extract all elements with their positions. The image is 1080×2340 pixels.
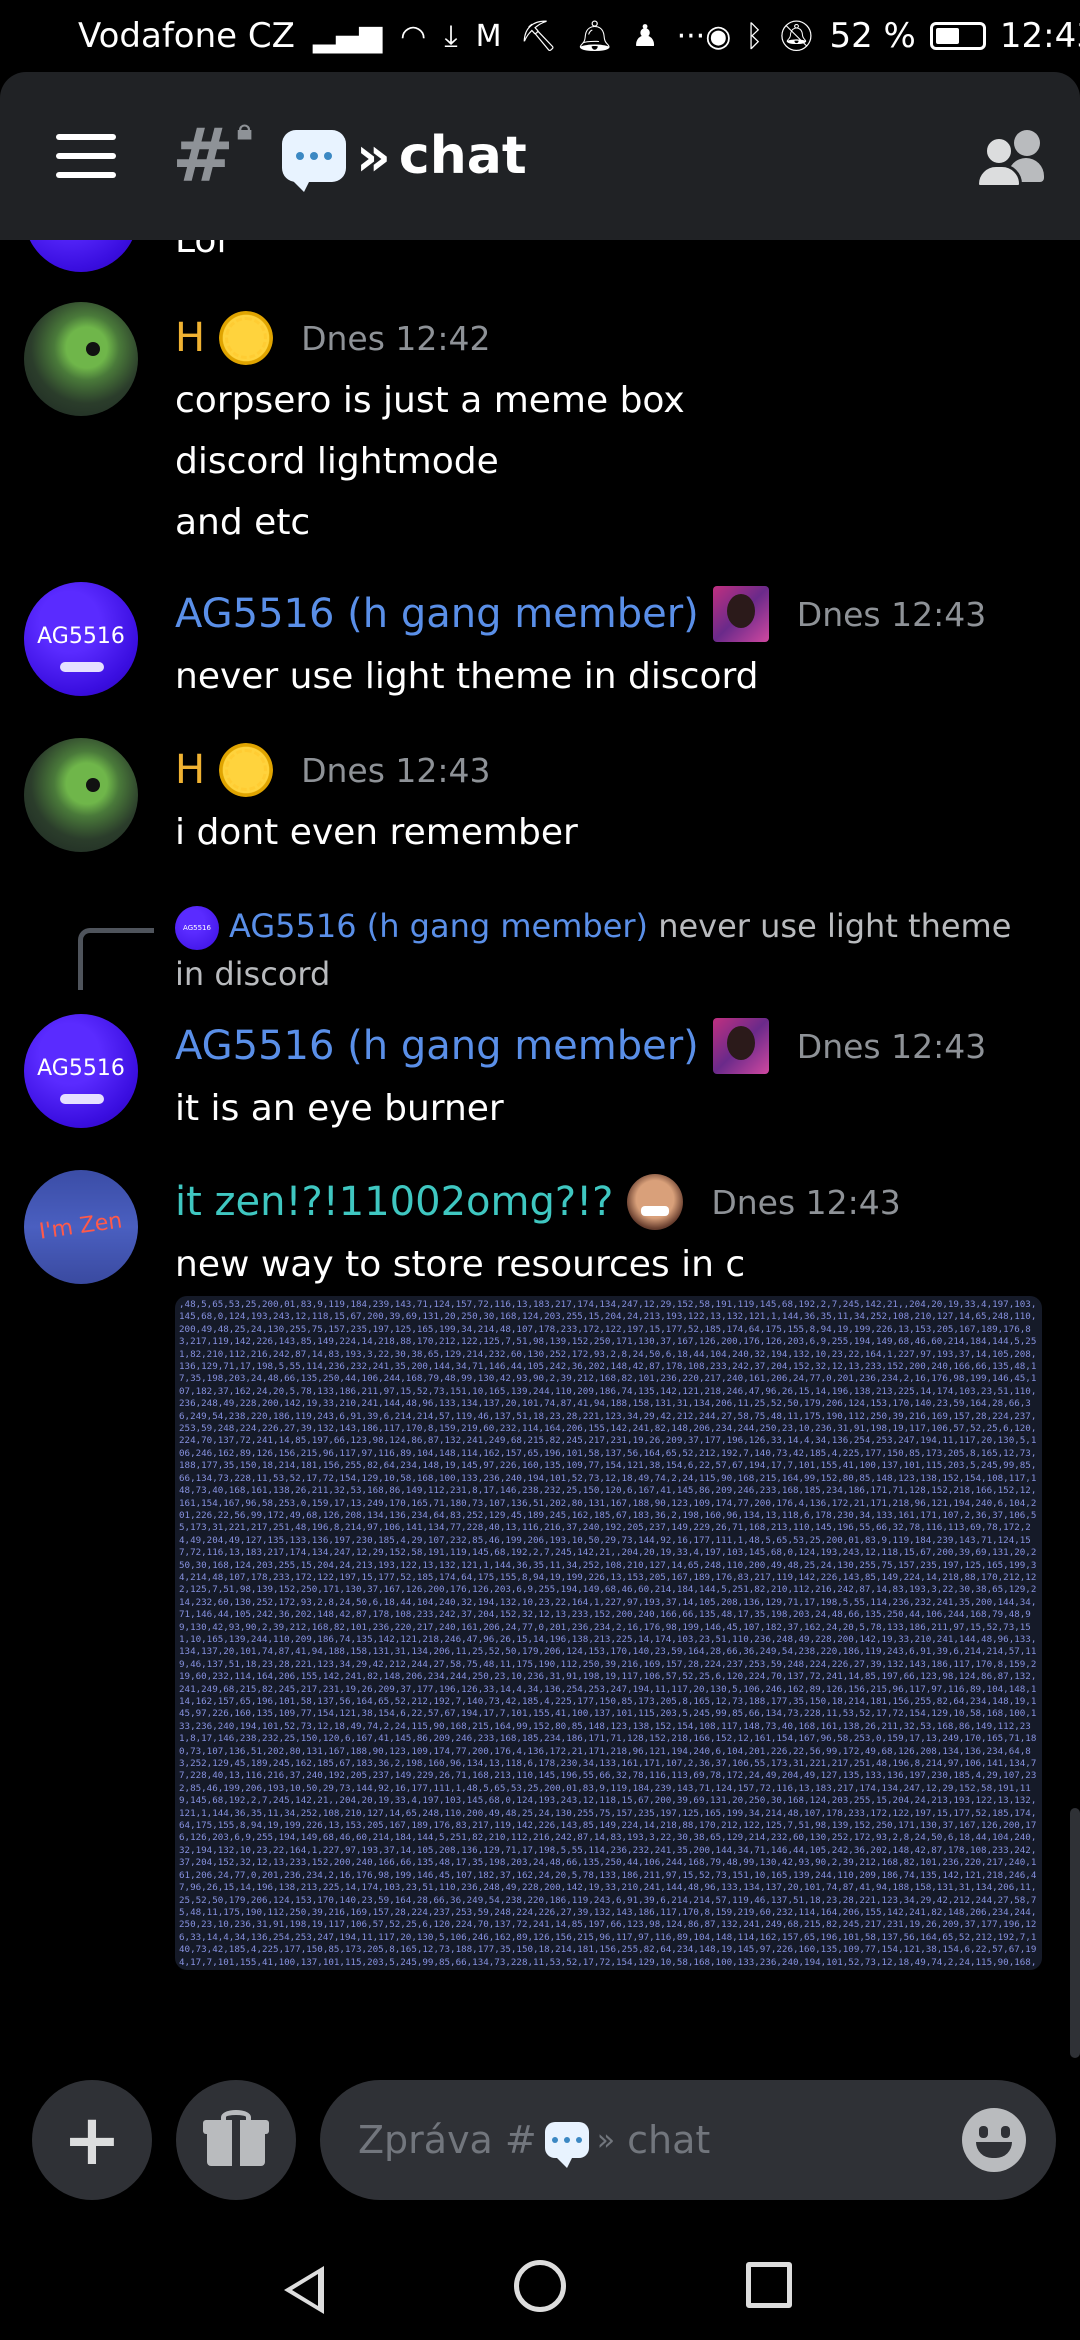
composer-bar: + Zpráva # » chat [0, 2060, 1080, 2230]
role-emoji-icon [219, 311, 274, 365]
battery-fill [935, 28, 959, 44]
message-author[interactable]: H [175, 747, 205, 793]
system-nav-bar [0, 2230, 1080, 2340]
wifi-icon: ◠ [400, 18, 427, 54]
bluetooth-icon: ᛒ [745, 18, 764, 54]
plus-icon: + [62, 2099, 122, 2181]
gift-button[interactable] [176, 2080, 296, 2200]
message-timestamp: Dnes 12:42 [301, 318, 491, 358]
message-input-placeholder: Zpráva # » chat [358, 2118, 962, 2168]
lock-icon: 🔒︎ [237, 113, 252, 146]
message: H Dnes 12:43 i dont even remember [175, 738, 1050, 863]
add-attachment-button[interactable]: + [32, 2080, 152, 2200]
member-list-icon[interactable] [976, 130, 1044, 188]
reply-preview[interactable]: AG5516 AG5516 (h gang member) never use l… [175, 902, 1020, 998]
eye-icon: ◉ [705, 18, 732, 54]
placeholder-prefix: Zpráva # [358, 2118, 537, 2162]
signal-icon: ▂▄▆ [312, 18, 383, 54]
clock: 12:43 [999, 16, 1080, 56]
message-text: and etc [175, 502, 311, 543]
gmail-icon: M [475, 18, 502, 54]
avatar-label: I'm Zen [37, 1208, 125, 1245]
status-bar: Vodafone CZ ▂▄▆ ◠ ⤓ M ⛏ 🔔︎ ♟ ··· ◉ ᛒ 🔕︎ … [0, 0, 1080, 72]
avatar[interactable]: AG5516 [24, 1014, 138, 1128]
message-timestamp: Dnes 12:43 [796, 594, 987, 634]
avatar[interactable] [24, 738, 138, 852]
message-timestamp: Dnes 12:43 [796, 1026, 987, 1066]
minecraft-icon: ⛏ [519, 18, 558, 54]
message-text: it is an eye burner [175, 1088, 504, 1129]
recent-apps-icon[interactable] [746, 2262, 792, 2308]
chevron-icon: » [356, 124, 391, 188]
avatar[interactable]: I'm Zen [24, 1170, 138, 1284]
back-icon[interactable] [284, 2266, 324, 2314]
message-author[interactable]: H [175, 315, 205, 361]
scrollbar[interactable] [1070, 1808, 1080, 2058]
message-timestamp: Dnes 12:43 [711, 1182, 901, 1222]
reply-connector [78, 928, 154, 990]
battery-icon [929, 22, 986, 50]
avatar-label: AG5516 [37, 623, 125, 649]
speech-bubble-emoji [544, 2122, 589, 2168]
emoji-picker-icon[interactable] [962, 2108, 1026, 2172]
avatar[interactable] [24, 302, 138, 416]
avatar-label: AG5516 [37, 1055, 125, 1081]
chevron-icon: » [596, 2122, 616, 2158]
message: AG5516 (h gang member) Dnes 12:43 it is … [175, 1014, 1050, 1139]
avatar[interactable] [24, 240, 138, 272]
message-timestamp: Dnes 12:43 [301, 750, 491, 790]
figure-icon: ♟ [631, 18, 659, 54]
reply-avatar: AG5516 [175, 906, 219, 950]
message-text: new way to store resources in c [175, 1244, 746, 1285]
role-emoji-icon [712, 1018, 769, 1074]
message-partial: Lol [175, 240, 1050, 271]
speech-bubble-emoji [282, 130, 346, 192]
download-icon: ⤓ [444, 18, 458, 54]
message-text: discord lightmode [175, 441, 499, 482]
role-emoji-icon [627, 1174, 684, 1230]
home-icon[interactable] [514, 2260, 566, 2312]
avatar[interactable]: AG5516 [24, 582, 138, 696]
gift-icon [203, 2110, 269, 2166]
locked-channel-hash-icon: # 🔒︎ [172, 113, 252, 199]
message-text: i dont even remember [175, 812, 578, 853]
image-attachment[interactable]: ,48,5,65,53,25,200,01,83,9,119,184,239,1… [175, 1296, 1042, 1970]
message-text: never use light theme in discord [175, 656, 759, 697]
attachment-text: ,48,5,65,53,25,200,01,83,9,119,184,239,1… [179, 1299, 1037, 1970]
menu-icon[interactable] [56, 134, 116, 178]
channel-name: chat [398, 126, 527, 186]
role-emoji-icon [219, 743, 274, 797]
message-text: Lol [175, 240, 227, 261]
message: it zen!?!11002omg?!? Dnes 12:43 new way … [175, 1170, 1050, 1295]
bell-icon: 🔔︎ [575, 18, 614, 54]
message-input[interactable]: Zpráva # » chat [320, 2080, 1056, 2200]
channel-header: # 🔒︎ » chat [0, 72, 1080, 240]
reply-author: AG5516 (h gang member) [229, 907, 649, 945]
message-author[interactable]: AG5516 (h gang member) [175, 1023, 699, 1069]
role-emoji-icon [712, 586, 769, 642]
message: H Dnes 12:42 corpsero is just a meme box… [175, 306, 1050, 553]
message-list[interactable]: Lol H Dnes 12:42 corpsero is just a meme… [0, 240, 1080, 2060]
mute-icon: 🔕︎ [777, 18, 816, 54]
message-author[interactable]: it zen!?!11002omg?!? [175, 1179, 613, 1225]
carrier-label: Vodafone CZ [78, 16, 295, 56]
channel-title: » chat [282, 124, 527, 192]
message-text: corpsero is just a meme box [175, 380, 685, 421]
message-author[interactable]: AG5516 (h gang member) [175, 591, 699, 637]
more-icon: ··· [676, 18, 706, 54]
battery-percent: 52 % [829, 16, 916, 56]
placeholder-suffix: chat [627, 2118, 711, 2162]
message: AG5516 (h gang member) Dnes 12:43 never … [175, 582, 1050, 707]
